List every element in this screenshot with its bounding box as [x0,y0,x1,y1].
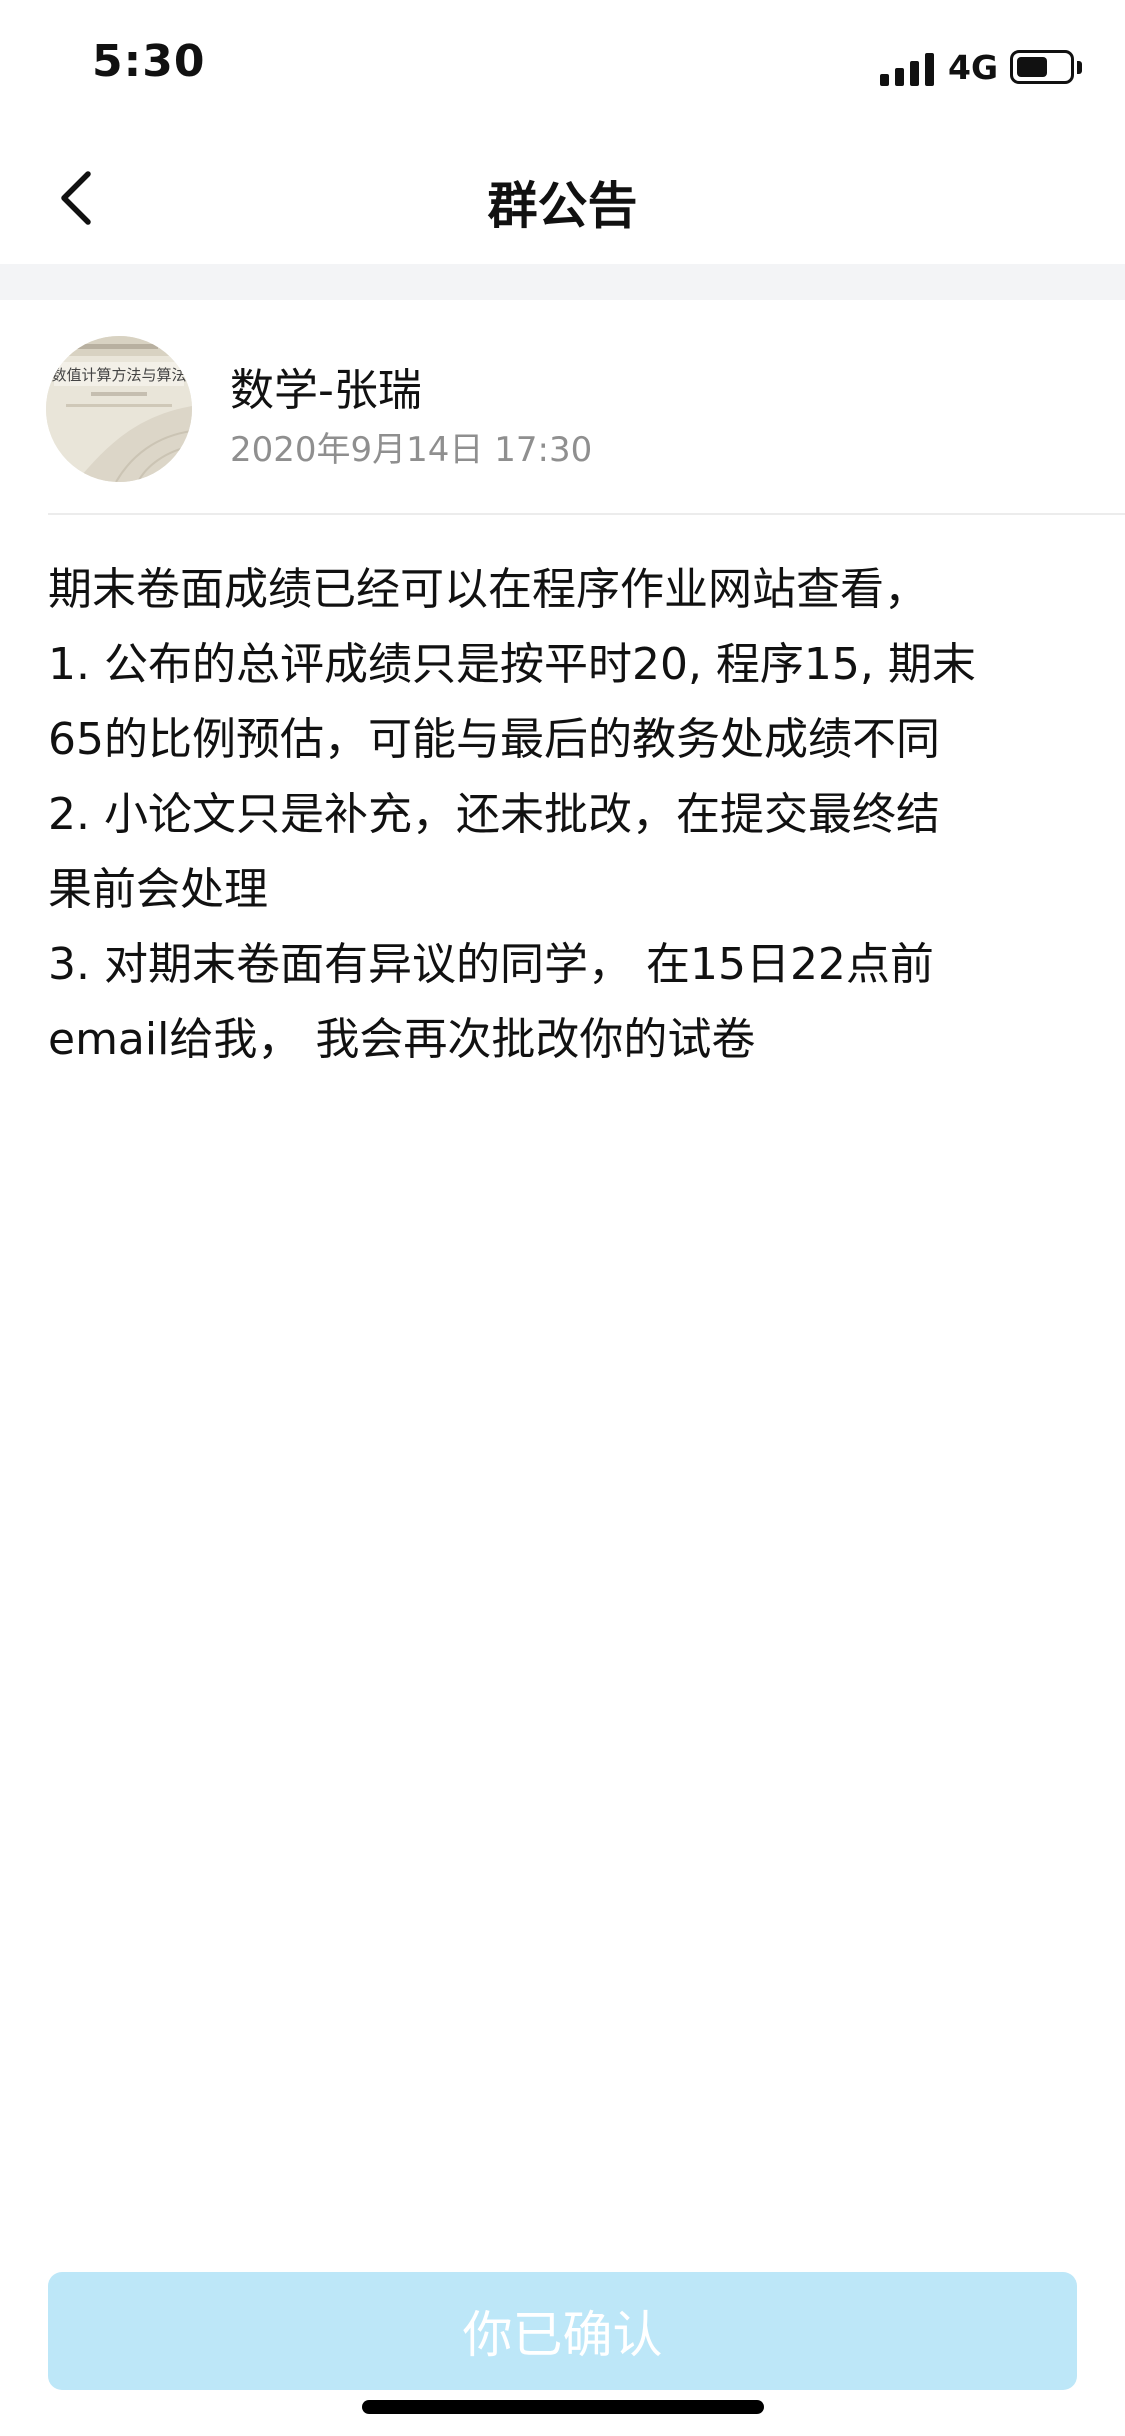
announcement-line: 3. 对期末卷面有异议的同学， 在15日22点前 [48,939,934,990]
announcement-line: 期末卷面成绩已经可以在程序作业网站查看， [48,564,928,615]
page-title: 群公告 [487,177,638,235]
author-name: 数学-张瑞 [230,365,422,416]
announcement-line: 1. 公布的总评成绩只是按平时20, 程序15, 期末 [48,639,976,690]
avatar[interactable]: 数值计算方法与算法 [46,336,192,482]
home-indicator[interactable] [362,2400,764,2414]
book-cover-image: 数值计算方法与算法 [46,336,192,482]
status-bar: 5:30 4G [0,0,1125,132]
divider [48,513,1125,515]
signal-icon [880,52,934,86]
announcement-line: 2. 小论文只是补充，还未批改，在提交最终结 [48,789,940,840]
battery-icon [1010,50,1074,84]
announcement-line: 果前会处理 [48,864,268,915]
nav-bar: 群公告 [0,132,1125,264]
announcement-author: 数值计算方法与算法 数学-张瑞 2020年9月14日 17:30 [0,300,1125,515]
status-time: 5:30 [92,36,206,87]
avatar-book-title: 数值计算方法与算法 [51,366,186,384]
battery-level [1017,57,1047,77]
confirm-button[interactable]: 你已确认 [48,2272,1077,2390]
announcement-line: 65的比例预估，可能与最后的教务处成绩不同 [48,714,940,765]
section-divider [0,264,1125,300]
battery-tip [1077,61,1082,74]
post-timestamp: 2020年9月14日 17:30 [230,430,593,470]
network-type: 4G [948,48,999,87]
announcement-line: email给我， 我会再次批改你的试卷 [48,1014,756,1065]
announcement-body: 期末卷面成绩已经可以在程序作业网站查看， 1. 公布的总评成绩只是按平时20, … [48,552,1088,1077]
